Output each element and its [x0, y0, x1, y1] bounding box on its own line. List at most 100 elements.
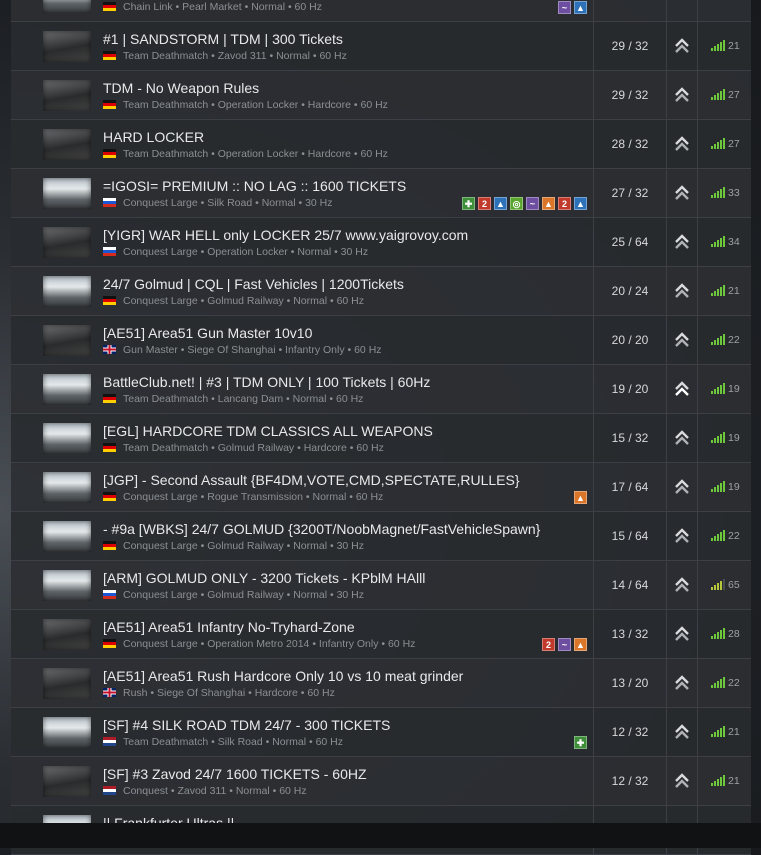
map-name: Silk Road	[217, 736, 263, 748]
rank-chevron-icon	[672, 428, 692, 448]
column-divider	[666, 22, 667, 70]
ping-value: 22	[728, 530, 740, 542]
server-details: Conquest Large • Rogue Transmission • No…	[103, 491, 383, 503]
game-mode: Team Deathmatch	[123, 148, 209, 160]
column-divider	[697, 218, 698, 266]
country-flag-icon	[103, 639, 116, 648]
column-divider	[666, 463, 667, 511]
tick-rate: 60 Hz	[315, 736, 343, 748]
player-count	[594, 0, 666, 21]
server-row[interactable]: =IGOSI= PREMIUM :: NO LAG :: 1600 TICKET…	[11, 169, 751, 218]
country-flag-icon	[103, 688, 116, 697]
preset: Normal	[235, 785, 270, 797]
server-name: [AE51] Area51 Infantry No-Tryhard-Zone	[103, 619, 355, 635]
ping-value: 65	[728, 579, 740, 591]
separator: •	[283, 295, 294, 307]
column-divider	[697, 757, 698, 805]
separator: •	[177, 344, 188, 356]
preset: Hardcore	[307, 148, 351, 160]
ping-value: 19	[728, 432, 740, 444]
tick-rate: 60 Hz	[279, 785, 307, 797]
separator: •	[226, 785, 236, 797]
column-divider	[697, 71, 698, 119]
server-row[interactable]: [SF] #4 SILK ROAD TDM 24/7 - 300 TICKETS…	[11, 708, 751, 757]
column-divider	[666, 708, 667, 756]
separator: •	[298, 148, 308, 160]
server-row[interactable]: [AE51] Area51 Infantry No-Tryhard-Zone Co…	[11, 610, 751, 659]
country-flag-icon	[103, 51, 116, 60]
server-name: #1 | SANDSTORM | TDM | 300 Tickets	[103, 31, 343, 47]
map-name: Golmud Railway	[207, 589, 284, 601]
server-row[interactable]: 24/7 Golmud | CQL | Fast Vehicles | 1200…	[11, 267, 751, 316]
map-name: Lancang Dam	[217, 393, 284, 405]
map-thumbnail	[43, 423, 91, 454]
map-thumbnail	[43, 472, 91, 503]
separator: •	[252, 197, 262, 209]
server-row[interactable]: [ARM] GOLMUD ONLY - 3200 Tickets - KPblM…	[11, 561, 751, 610]
preset: Normal	[292, 393, 327, 405]
game-mode: Rush	[123, 687, 148, 699]
server-row[interactable]: HARD LOCKER Team Deathmatch • Operation L…	[11, 120, 751, 169]
column-divider	[666, 120, 667, 168]
rank-chevron-icon	[672, 379, 692, 399]
rank-chevron-icon	[672, 673, 692, 693]
server-row[interactable]: [YIGR] WAR HELL only LOCKER 25/7 www.yai…	[11, 218, 751, 267]
player-count: 29 / 32	[611, 88, 649, 102]
map-name: Zavod 311	[177, 785, 227, 797]
separator: •	[285, 1, 295, 13]
map-thumbnail	[43, 717, 91, 748]
server-row[interactable]: [AE51] Area51 Gun Master 10v10 Gun Master…	[11, 316, 751, 365]
separator: •	[197, 197, 208, 209]
ping-indicator: 21	[711, 284, 751, 298]
server-details: Team Deathmatch • Zavod 311 • Normal • 6…	[103, 50, 347, 62]
footer-bar	[0, 823, 761, 848]
map-name: Golmud Railway	[217, 442, 295, 454]
preset: Hardcore	[307, 99, 351, 111]
player-count: 12 / 32	[611, 725, 649, 739]
server-row[interactable]: BattleClub.net! | #3 | TDM ONLY | 100 Ti…	[11, 365, 751, 414]
server-row[interactable]: [EGL] HARDCORE TDM CLASSICS ALL WEAPONS T…	[11, 414, 751, 463]
player-count: 27 / 32	[611, 186, 649, 200]
preset: Normal	[312, 491, 347, 503]
player-count: 25 / 64	[611, 235, 649, 249]
separator: •	[147, 687, 158, 699]
map-thumbnail	[43, 766, 91, 797]
ping-indicator: 21	[711, 39, 751, 53]
server-badges: ▲	[574, 491, 587, 505]
signal-bars-icon	[711, 432, 725, 443]
tick-rate: 60 Hz	[354, 344, 382, 356]
server-row[interactable]: TDM - No Weapon Rules Team Deathmatch • O…	[11, 71, 751, 120]
server-row[interactable]: [SF] #3 Zavod 24/7 1600 TICKETS - 60HZ Co…	[11, 757, 751, 806]
server-name: =IGOSI= PREMIUM :: NO LAG :: 1600 TICKET…	[103, 178, 407, 194]
server-row[interactable]: Chain Link • Pearl Market • Normal • 60 …	[11, 0, 751, 22]
server-row[interactable]: - #9a [WBKS] 24/7 GOLMUD {3200T/NoobMagn…	[11, 512, 751, 561]
tick-rate: 60 Hz	[356, 442, 384, 454]
map-thumbnail	[43, 668, 91, 699]
separator: •	[172, 1, 183, 13]
separator: •	[378, 638, 388, 650]
server-name: [JGP] - Second Assault {BF4DM,VOTE,CMD,S…	[103, 472, 520, 488]
map-thumbnail	[43, 570, 91, 601]
country-flag-icon	[103, 541, 116, 550]
country-flag-icon	[103, 492, 116, 501]
server-row[interactable]: [AE51] Area51 Rush Hardcore Only 10 vs 1…	[11, 659, 751, 708]
ping-value: 34	[728, 236, 740, 248]
game-mode: Conquest Large	[123, 589, 198, 601]
map-name: Golmud Railway	[207, 295, 284, 307]
server-row[interactable]: [JGP] - Second Assault {BF4DM,VOTE,CMD,S…	[11, 463, 751, 512]
tick-rate: 60 Hz	[355, 491, 384, 503]
separator: •	[197, 589, 208, 601]
server-row[interactable]: #1 | SANDSTORM | TDM | 300 Tickets Team D…	[11, 22, 751, 71]
player-count: 13 / 20	[611, 676, 649, 690]
separator: •	[327, 589, 337, 601]
server-details: Team Deathmatch • Lancang Dam • Normal •…	[103, 393, 363, 405]
game-mode: Team Deathmatch	[123, 393, 209, 405]
column-divider	[666, 316, 667, 364]
country-flag-icon	[103, 149, 116, 158]
ping-indicator: 28	[711, 627, 751, 641]
server-details: Team Deathmatch • Operation Locker • Har…	[103, 148, 388, 160]
column-divider	[697, 512, 698, 560]
separator: •	[262, 736, 273, 748]
separator: •	[269, 785, 280, 797]
column-divider	[697, 708, 698, 756]
